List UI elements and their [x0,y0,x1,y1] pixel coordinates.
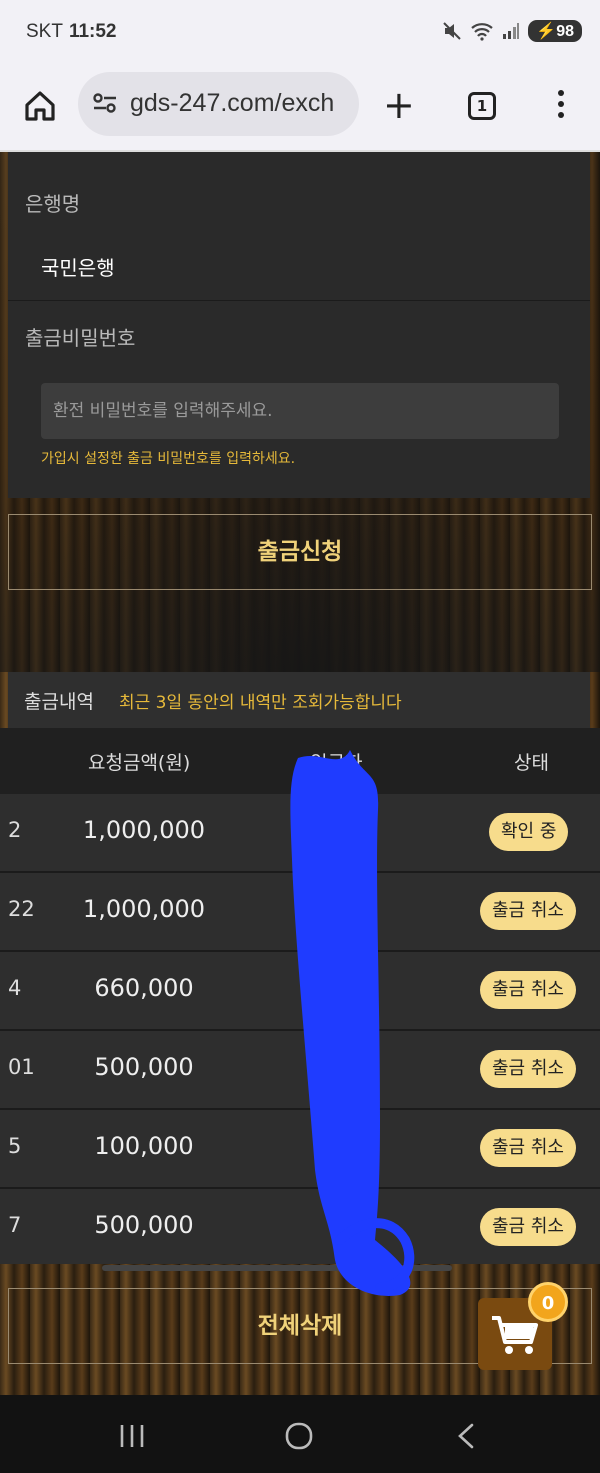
history-note: 최근 3일 동안의 내역만 조회가능합니다 [119,693,402,713]
bank-label: 은행명 [25,192,81,216]
withdraw-request-button[interactable]: 출금신청 [8,514,592,590]
signal-icon [503,23,520,39]
wifi-icon [471,23,494,41]
column-status: 상태 [514,752,549,774]
address-bar[interactable]: gds-247.com/exch [78,72,359,136]
table-row: 5 100,000 출금 취소 [0,1110,600,1187]
table-row: 7 500,000 출금 취소 [0,1189,600,1264]
row-date: 01 [8,1055,35,1079]
row-amount: 1,000,000 [82,895,206,923]
status-carrier-time: SKT 11:52 [26,21,117,43]
recent-apps-icon[interactable] [118,1423,146,1449]
status-bar: SKT 11:52 ⚡98 [0,0,600,66]
table-header: 요청금액(원) 입금자 상태 [0,728,600,794]
site-settings-icon[interactable] [92,90,118,116]
row-date: 4 [8,976,22,1000]
status-badge: 출금 취소 [480,1208,576,1246]
row-date: 2 [8,818,22,842]
table-row: 2 1,000,000 확인 중 [0,794,600,871]
clock: 11:52 [68,21,117,42]
home-icon[interactable] [22,88,58,124]
password-label: 출금비밀번호 [25,326,136,350]
row-amount: 1,000,000 [82,816,206,844]
home-nav-icon[interactable] [284,1422,314,1450]
status-badge: 출금 취소 [480,971,576,1009]
history-title: 출금내역 [24,691,94,713]
browser-toolbar: gds-247.com/exch + 1 [0,66,600,152]
back-icon[interactable] [456,1423,476,1449]
table-row: 22 1,000,000 출금 취소 [0,873,600,950]
column-amount: 요청금액(원) [88,752,191,774]
row-date: 7 [8,1213,22,1237]
status-badge: 출금 취소 [480,892,576,930]
status-icons: ⚡98 [442,20,582,42]
mute-icon [443,22,461,40]
page-content: 은행명 국민은행 출금비밀번호 가입시 설정한 출금 비밀번호를 입력하세요. … [0,152,600,1395]
battery-level: 98 [556,23,574,40]
system-nav-bar [0,1395,600,1473]
table-row: 4 660,000 출금 취소 [0,952,600,1029]
status-badge: 출금 취소 [480,1050,576,1088]
battery-icon: ⚡98 [528,20,582,42]
history-table[interactable]: 요청금액(원) 입금자 상태 2 1,000,000 확인 중 22 1,000… [0,728,600,1264]
row-amount: 500,000 [94,1053,194,1081]
row-amount: 660,000 [94,974,194,1002]
withdraw-form: 은행명 국민은행 출금비밀번호 가입시 설정한 출금 비밀번호를 입력하세요. [8,152,590,498]
row-date: 22 [8,897,35,921]
tab-count: 1 [476,97,488,115]
status-badge: 출금 취소 [480,1129,576,1167]
row-amount: 100,000 [94,1132,194,1160]
table-row: 01 500,000 출금 취소 [0,1031,600,1108]
divider [8,300,590,301]
withdraw-password-input[interactable] [41,383,559,439]
url-text: gds-247.com/exch [130,89,335,117]
horizontal-scrollbar[interactable] [102,1265,452,1271]
tabs-icon[interactable]: 1 [468,92,496,120]
cart-count-badge: 0 [528,1282,568,1322]
plus-icon[interactable]: + [383,86,415,124]
row-amount: 500,000 [94,1211,194,1239]
row-date: 5 [8,1134,22,1158]
history-header: 출금내역 최근 3일 동안의 내역만 조회가능합니다 [8,672,590,728]
status-badge: 확인 중 [489,813,569,851]
column-depositor: 입금자 [310,752,363,774]
carrier-label: SKT [26,21,63,42]
bank-value: 국민은행 [41,256,115,280]
more-menu-icon[interactable] [556,90,566,122]
password-hint: 가입시 설정한 출금 비밀번호를 입력하세요. [41,451,296,467]
